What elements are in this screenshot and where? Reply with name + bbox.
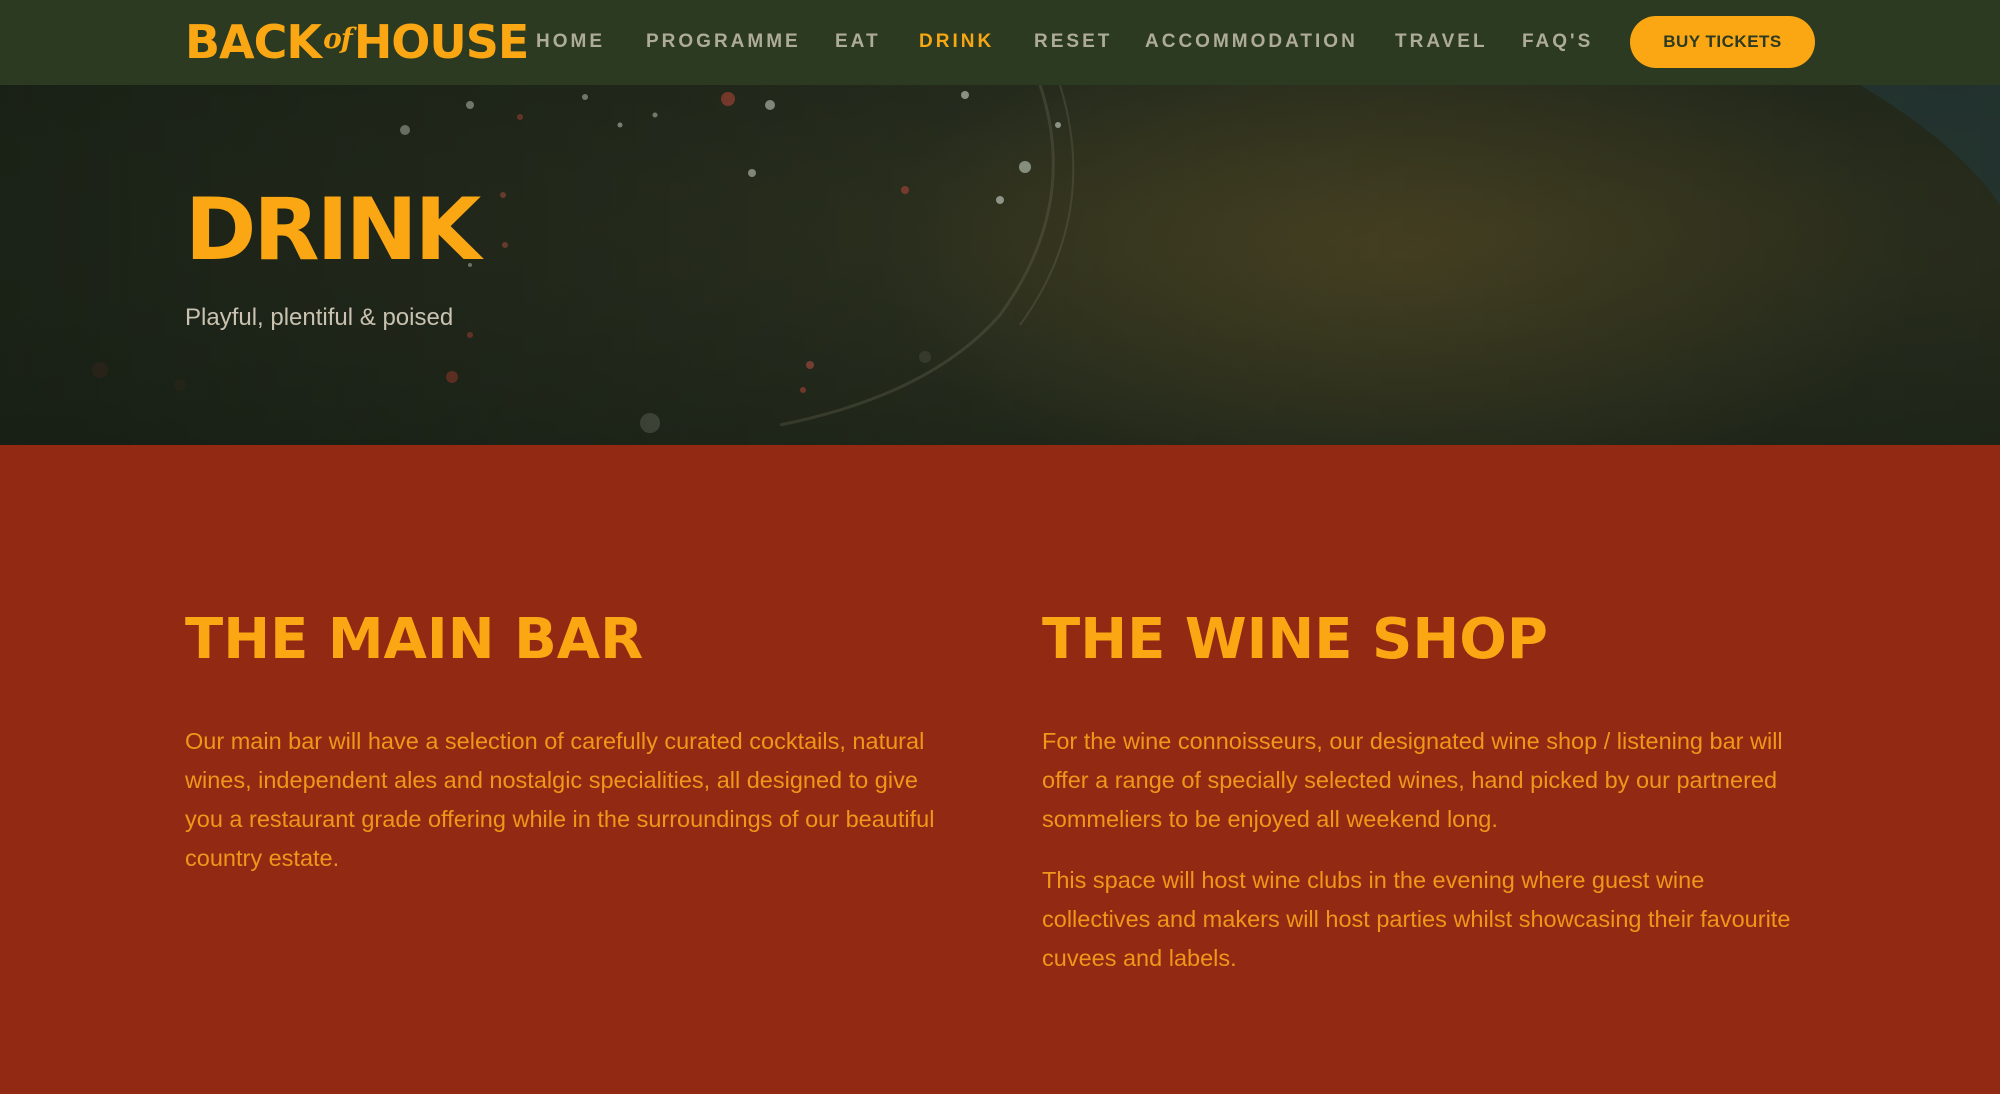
nav-item-travel[interactable]: TRAVEL	[1395, 30, 1488, 54]
hero-banner: DRINK Playful, plentiful & poised	[0, 85, 2000, 445]
wine-shop-section: THE WINE SHOP For the wine connoisseurs,…	[1042, 610, 1812, 1000]
nav-item-home[interactable]: HOME	[536, 30, 605, 54]
drink-content-section: THE MAIN BAR Our main bar will have a se…	[0, 445, 2000, 1094]
main-bar-heading: THE MAIN BAR	[185, 607, 644, 672]
page-subtitle: Playful, plentiful & poised	[185, 304, 454, 331]
nav-item-reset[interactable]: RESET	[1034, 30, 1112, 54]
nav-item-faqs[interactable]: FAQ'S	[1522, 30, 1593, 54]
wine-shop-heading: THE WINE SHOP	[1042, 607, 1548, 672]
wine-shop-description: For the wine connoisseurs, our designate…	[1042, 728, 1783, 832]
nav-item-drink[interactable]: DRINK	[919, 30, 994, 54]
page-title: DRINK	[185, 180, 481, 280]
nav-item-eat[interactable]: EAT	[835, 30, 881, 54]
wine-shop-events-description: This space will host wine clubs in the e…	[1042, 867, 1791, 971]
nav-item-programme[interactable]: PROGRAMME	[646, 30, 801, 54]
main-bar-description: Our main bar will have a selection of ca…	[185, 728, 935, 871]
nav-item-accommodation[interactable]: ACCOMMODATION	[1145, 30, 1358, 54]
top-navigation-bar: BACK of HOUSE HOME PROGRAMME EAT DRINK R…	[0, 0, 2000, 85]
main-bar-section: THE MAIN BAR Our main bar will have a se…	[185, 610, 955, 900]
buy-tickets-button[interactable]: BUY TICKETS	[1630, 16, 1815, 68]
